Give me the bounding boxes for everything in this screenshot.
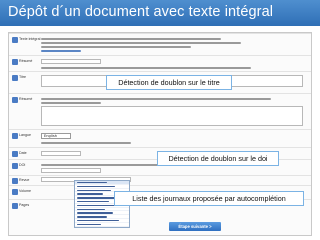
text-line [41,67,251,69]
form-row-abstract: Résumé [9,93,311,129]
slide-title-bar: Dépôt d´un document avec texte intégral [0,0,320,26]
text-line [41,102,101,104]
section-icon [12,37,18,43]
text-line [41,46,191,48]
section-icon [12,189,18,195]
section-icon [12,133,18,139]
section-icon [12,151,18,157]
section-label-volume: Volume [19,189,31,193]
section-label-pages: Pages [19,203,30,207]
section-label-journal: Revue [19,178,30,182]
callout-doi-duplicate: Détection de doublon sur le doi [157,151,279,166]
section-label-abstract: Résumé [19,97,33,101]
section-icon [12,163,18,169]
abstract-textarea[interactable] [41,106,303,126]
language-select[interactable]: English [41,133,71,139]
section-label-title: Titre [19,75,27,79]
section-label-resume: Résumé [19,59,33,63]
section-icon [12,75,18,81]
callout-title-duplicate: Détection de doublon sur le titre [106,75,232,90]
section-icon [12,178,18,184]
list-item[interactable] [75,223,129,227]
text-line [41,142,131,144]
form-row-journal: Revue [9,175,311,185]
link-line[interactable] [41,50,81,52]
form-row-language: Langue English [9,129,311,147]
callout-journal-autocomplete: Liste des journaux proposée par autocomp… [114,191,304,206]
section-icon [12,97,18,103]
next-step-button[interactable]: Étape suivante > [169,222,221,231]
section-icon [12,59,18,65]
section-label-language: Langue [19,133,31,137]
text-line [41,42,241,44]
section-label-fulltext: Texte intégral [19,37,41,41]
doi-input[interactable] [41,168,101,173]
section-label-date: Date [19,151,27,155]
form-row-file: Résumé [9,55,311,71]
text-line [41,98,271,100]
section-icon [12,203,18,209]
date-input[interactable] [41,151,81,156]
slide-title: Dépôt d´un document avec texte intégral [8,4,274,20]
file-input[interactable] [41,59,101,64]
form-row-fulltext: Texte intégral [9,33,311,55]
section-label-doi: DOI [19,163,26,167]
text-line [41,38,221,40]
